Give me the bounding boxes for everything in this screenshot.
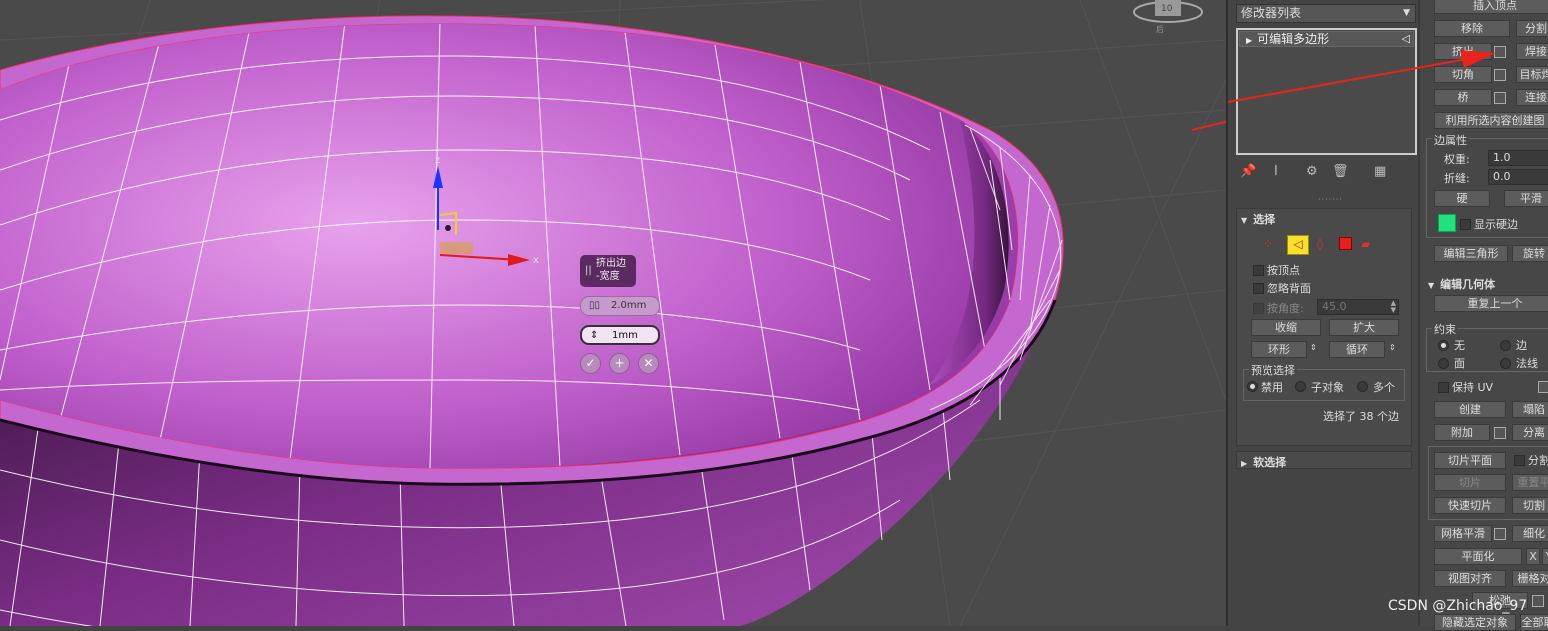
quick-slice-button[interactable]: 快速切片 — [1434, 497, 1506, 514]
svg-text:10: 10 — [1161, 4, 1173, 14]
caddy-grip-icon[interactable]: || — [585, 264, 592, 277]
annotation-arrowhead — [1228, 50, 1496, 103]
caddy-apply-button[interactable]: + — [609, 353, 630, 374]
edit-triangulation-button[interactable]: 编辑三角形 — [1434, 245, 1508, 262]
extrude-height-value: 2.0mm — [611, 300, 647, 311]
vertex-mode-icon[interactable]: ⁘ — [1263, 237, 1277, 251]
caddy-title[interactable]: || 挤出边 -宽度 — [580, 255, 636, 287]
caddy-ok-button[interactable]: ✓ — [580, 353, 601, 374]
border-mode-icon[interactable]: ◊ — [1317, 237, 1331, 251]
by-angle-checkbox[interactable] — [1253, 303, 1264, 314]
planar-y-button[interactable]: Y — [1542, 548, 1548, 565]
constraint-none-radio[interactable] — [1438, 340, 1449, 351]
svg-text:z: z — [435, 155, 440, 166]
preview-multi-radio[interactable] — [1357, 381, 1368, 392]
constraint-edge-label: 边 — [1516, 339, 1527, 352]
attach-button[interactable]: 附加 — [1434, 424, 1490, 441]
soft-selection-title[interactable]: ▶ 软选择 — [1241, 454, 1286, 470]
constraint-edge-radio[interactable] — [1500, 340, 1511, 351]
show-hard-edges-label: 显示硬边 — [1474, 218, 1518, 231]
edit-geometry-title[interactable]: ▼ 编辑几何体 — [1428, 276, 1495, 292]
height-icon: ▯▯ — [589, 300, 601, 311]
collapse-button[interactable]: 塌陷 — [1512, 401, 1548, 418]
preview-multi-label: 多个 — [1373, 381, 1395, 394]
cut-button[interactable]: 切割 — [1512, 497, 1548, 514]
turn-button[interactable]: 旋转 — [1512, 245, 1548, 262]
unhide-all-button[interactable]: 全部取 — [1520, 614, 1548, 631]
watermark: CSDN @Zhichao_97 — [1388, 598, 1528, 614]
by-angle-label: 按角度: — [1267, 302, 1304, 315]
repeat-last-button[interactable]: 重复上一个 — [1434, 295, 1548, 312]
constraint-normal-label: 法线 — [1516, 357, 1538, 370]
by-vertex-checkbox[interactable] — [1253, 265, 1264, 276]
constraint-none-label: 无 — [1454, 339, 1465, 352]
planar-x-button[interactable]: X — [1526, 548, 1540, 565]
loop-button[interactable]: 循环 — [1329, 341, 1385, 358]
svg-text:x: x — [533, 255, 539, 266]
width-spinner-icon: ⇕ — [590, 330, 599, 341]
constraint-face-radio[interactable] — [1438, 358, 1449, 369]
preserve-uv-settings-button[interactable] — [1538, 381, 1548, 393]
caddy-title-line2: -宽度 — [596, 271, 620, 282]
polygon-mode-icon[interactable] — [1339, 237, 1352, 250]
bowl-inner-surface — [0, 23, 1018, 469]
make-planar-button[interactable]: 平面化 — [1434, 548, 1522, 565]
selection-rollout-title[interactable]: ▼ 选择 — [1241, 211, 1275, 227]
shrink-button[interactable]: 收缩 — [1251, 319, 1321, 336]
edge-mode-icon[interactable]: ◁ — [1287, 235, 1309, 255]
selection-rollout: ▼ 选择 ⁘ ◁ ◊ ▰ 按顶点 忽略背面 按角度: 45.0 ▲ ▼ 收缩 扩大 环… — [1236, 208, 1412, 446]
extrude-height-field[interactable]: ▯▯ 2.0mm — [580, 296, 660, 316]
tessellate-button[interactable]: 细化 — [1512, 525, 1548, 542]
ignore-backfacing-checkbox[interactable] — [1253, 283, 1264, 294]
loop-spinner-icon[interactable]: ⇕ — [1389, 343, 1396, 352]
split-label: 分割 — [1528, 454, 1548, 467]
slice-plane-button[interactable]: 切片平面 — [1434, 452, 1506, 469]
by-vertex-label: 按顶点 — [1267, 264, 1300, 277]
constraint-face-label: 面 — [1454, 357, 1465, 370]
split-checkbox[interactable] — [1514, 455, 1525, 466]
selection-status: 选择了 38 个边 — [1323, 410, 1399, 423]
mesh-smooth-button[interactable]: 网格平滑 — [1434, 525, 1492, 542]
attach-settings-button[interactable] — [1494, 427, 1506, 439]
grid-align-button[interactable]: 栅格对 — [1512, 570, 1548, 587]
preserve-uv-checkbox[interactable] — [1438, 382, 1449, 393]
preview-subobject-radio[interactable] — [1295, 381, 1306, 392]
relax-settings-button[interactable] — [1532, 595, 1544, 607]
detach-button[interactable]: 分离 — [1512, 424, 1548, 441]
extrude-width-field[interactable]: ⇕ 1mm — [580, 325, 660, 345]
preview-subobject-label: 子对象 — [1311, 381, 1344, 394]
preview-disabled-label: 禁用 — [1261, 381, 1283, 394]
caddy-cancel-button[interactable]: ✕ — [638, 353, 659, 374]
command-panel: 修改器列表 ▼ ▶ 可编辑多边形 ◁ 📌 Ⅰ ⚙ 🗑 ▦ ······· ▼ 选择 … — [1226, 0, 1548, 631]
viewcube-label: 后 — [1156, 24, 1164, 34]
preserve-uv-label: 保持 UV — [1452, 381, 1494, 394]
extrude-width-value: 1mm — [612, 330, 638, 341]
reset-plane-button[interactable]: 重置平 — [1512, 474, 1548, 491]
ring-spinner-icon[interactable]: ⇕ — [1310, 343, 1317, 352]
ring-button[interactable]: 环形 — [1251, 341, 1307, 358]
preview-selection-title: 预览选择 — [1249, 362, 1297, 378]
show-hard-edges-checkbox[interactable] — [1460, 219, 1471, 230]
viewcube: 10 后 — [1133, 0, 1203, 34]
mesh-smooth-settings-button[interactable] — [1494, 528, 1506, 540]
view-align-button[interactable]: 视图对齐 — [1434, 570, 1506, 587]
soft-selection-rollout[interactable]: ▶ 软选择 — [1236, 451, 1412, 469]
constraints-title: 约束 — [1432, 321, 1458, 337]
hide-selected-button[interactable]: 隐藏选定对象 — [1434, 614, 1516, 631]
viewport-perspective[interactable]: z x 10 后 || 挤出边 -宽度 ▯▯ 2.0mm ⇕ 1mm ✓ + ✕ — [0, 0, 1226, 626]
hard-edge-color-swatch[interactable] — [1438, 214, 1456, 232]
preview-disabled-radio[interactable] — [1247, 381, 1258, 392]
angle-spinner[interactable]: 45.0 ▲ ▼ — [1317, 299, 1399, 315]
slice-button[interactable]: 切片 — [1434, 474, 1506, 491]
ignore-backfacing-label: 忽略背面 — [1267, 282, 1311, 295]
annotation-arrow — [1191, 120, 1226, 131]
create-button[interactable]: 创建 — [1434, 401, 1506, 418]
element-mode-icon[interactable]: ▰ — [1361, 237, 1375, 251]
caddy-title-line1: 挤出边 — [596, 258, 626, 269]
constraint-normal-radio[interactable] — [1500, 358, 1511, 369]
grow-button[interactable]: 扩大 — [1329, 319, 1399, 336]
